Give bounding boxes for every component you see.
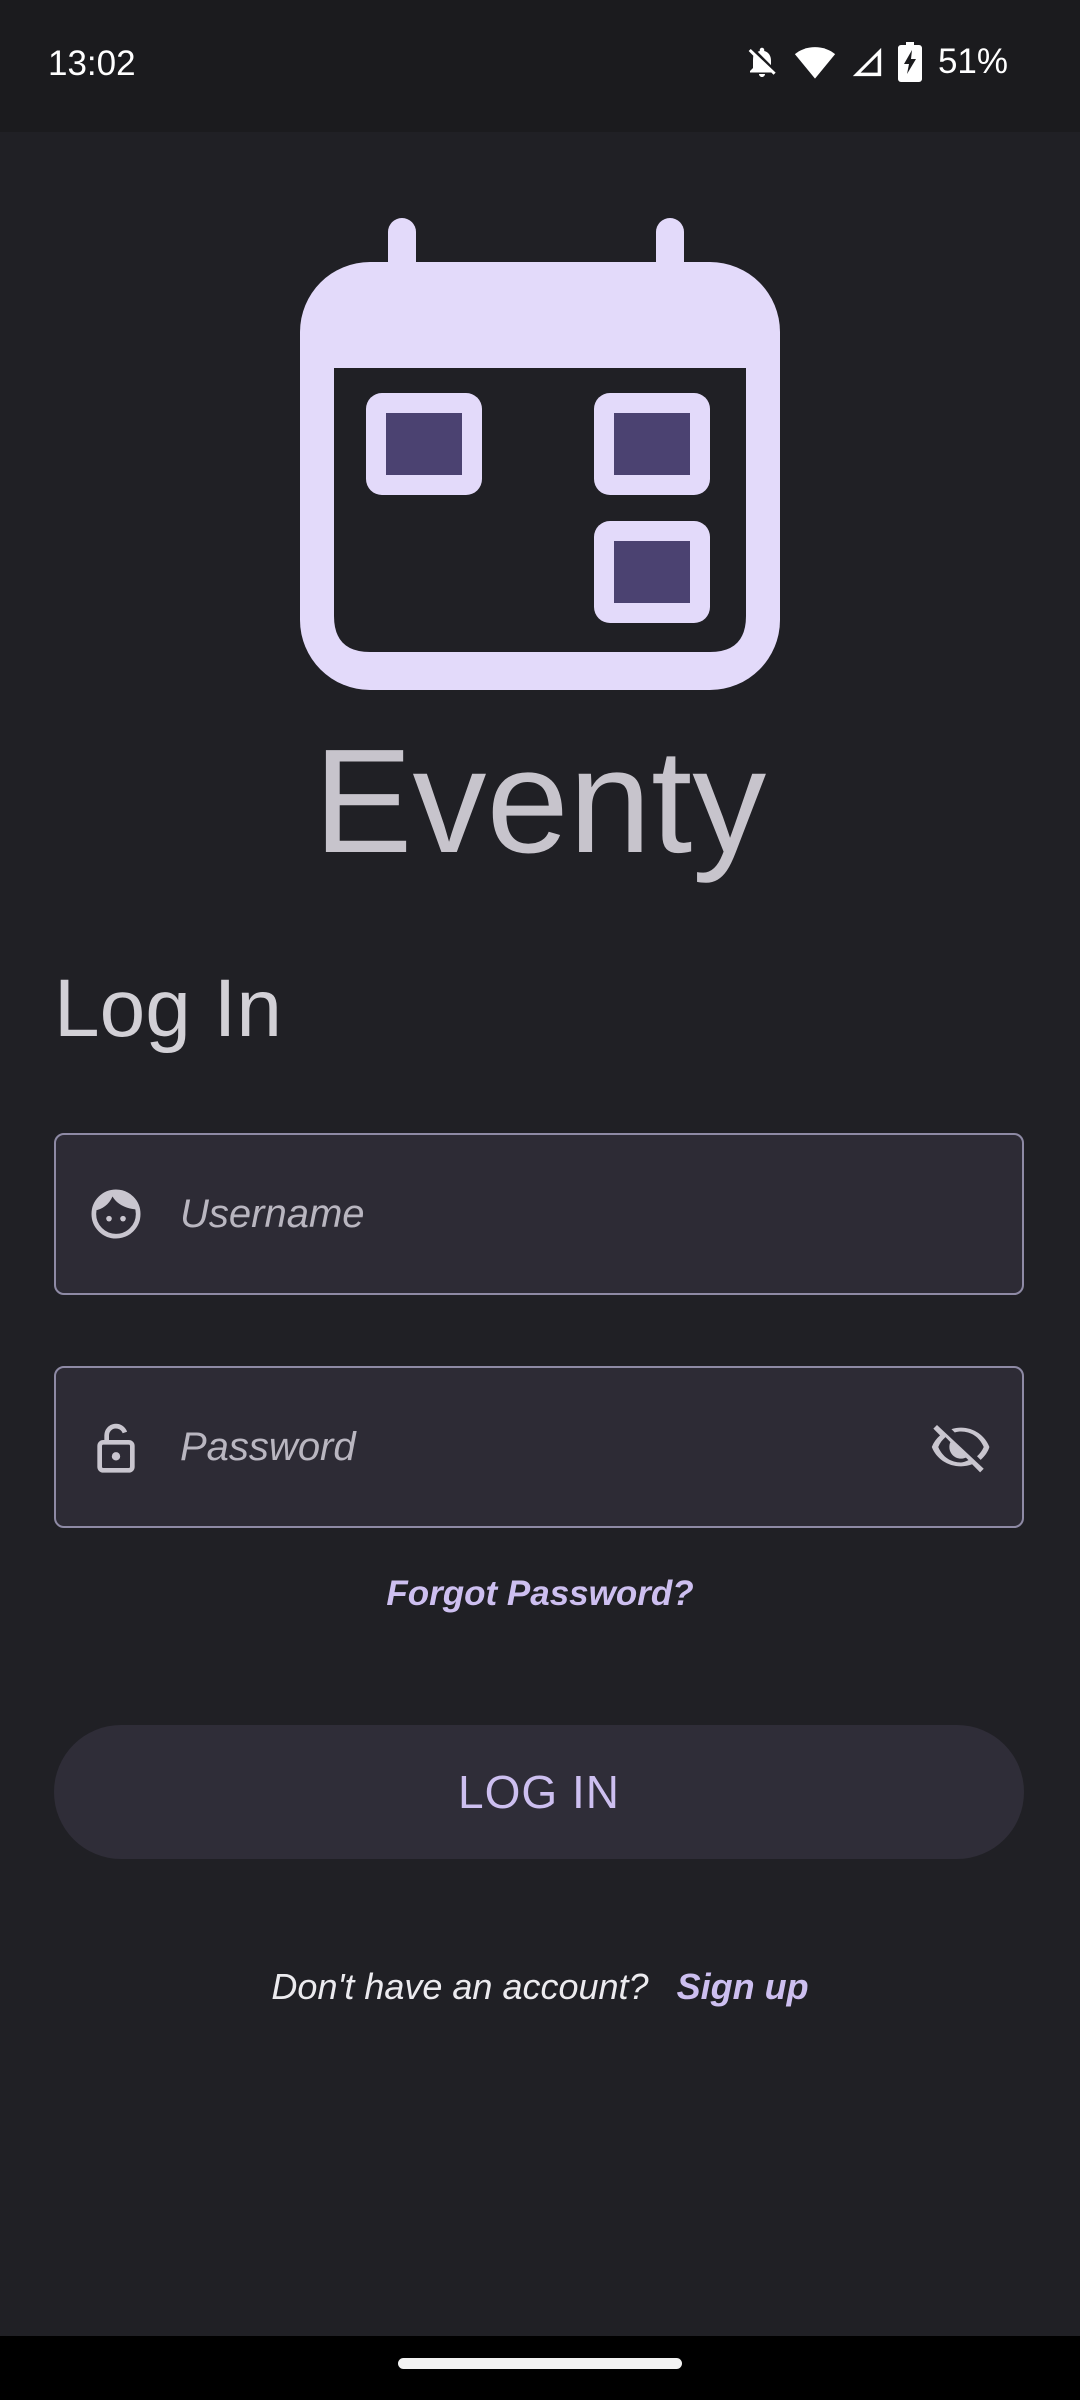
status-time: 13:02 xyxy=(48,44,136,83)
lock-icon xyxy=(97,1423,135,1473)
battery-charging-icon xyxy=(897,42,922,82)
status-bar: 13:02 51% xyxy=(0,0,1080,132)
notifications-off-icon xyxy=(748,47,776,77)
signal-icon xyxy=(852,47,882,77)
face-icon xyxy=(91,1189,141,1239)
signup-row: Don't have an account? Sign up xyxy=(0,1966,1080,2008)
status-icons: 51% xyxy=(744,40,1008,84)
forgot-password-link[interactable]: Forgot Password? xyxy=(0,1574,1080,1614)
username-input[interactable] xyxy=(180,1135,940,1293)
signup-link[interactable]: Sign up xyxy=(677,1966,809,2007)
wifi-icon xyxy=(794,47,836,79)
calendar-icon xyxy=(300,218,780,690)
username-field[interactable] xyxy=(54,1133,1024,1295)
signup-prompt: Don't have an account? xyxy=(271,1966,649,2007)
home-handle[interactable] xyxy=(398,2358,682,2369)
login-button[interactable]: LOG IN xyxy=(54,1725,1024,1859)
visibility-off-icon[interactable] xyxy=(930,1416,992,1478)
battery-percentage: 51% xyxy=(937,42,1008,81)
navigation-bar xyxy=(0,2336,1080,2400)
page-title: Log In xyxy=(54,963,282,1054)
password-input[interactable] xyxy=(180,1368,940,1526)
app-name: Eventy xyxy=(313,719,767,884)
password-field[interactable] xyxy=(54,1366,1024,1528)
